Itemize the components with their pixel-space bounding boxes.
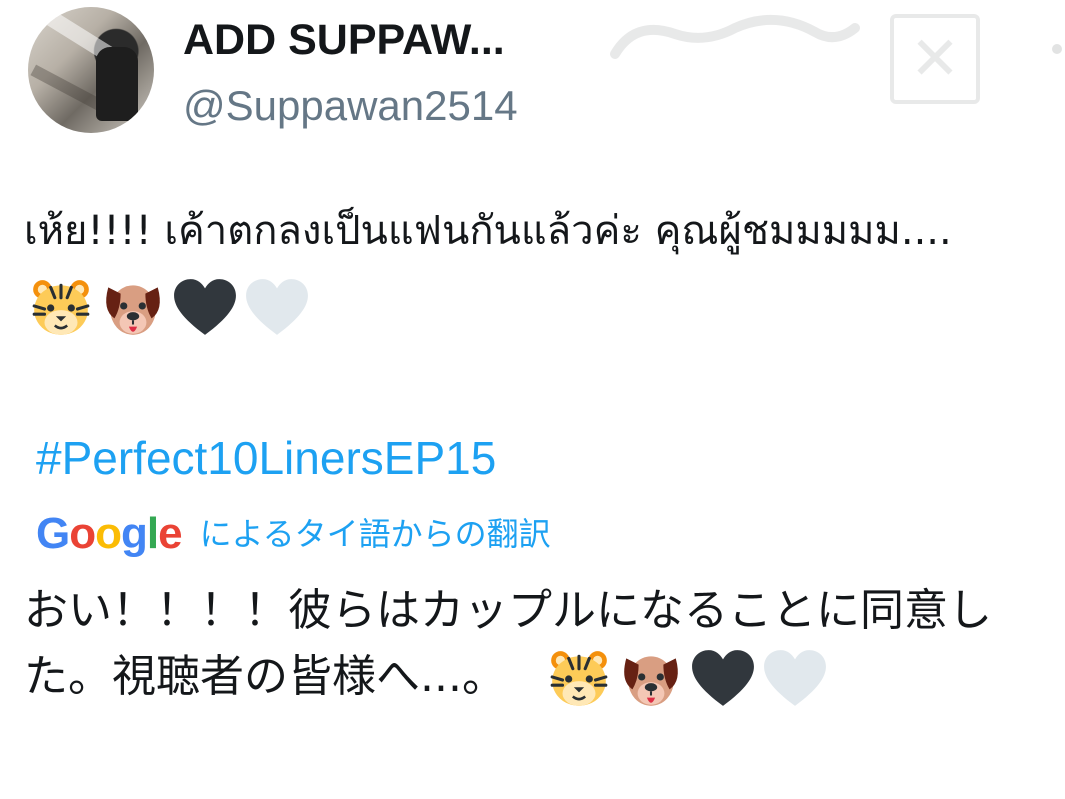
avatar-figure: [96, 47, 138, 121]
white-heart-icon: [244, 275, 310, 341]
translated-emoji-row: [546, 646, 828, 712]
user-handle[interactable]: @Suppawan2514: [183, 80, 518, 132]
translated-body: おい！！！！彼らはカップルになることに同意した。視聴者の皆様へ...。: [24, 585, 992, 702]
tweet-emoji-row: [28, 275, 310, 341]
translated-text: おい！！！！彼らはカップルになることに同意した。視聴者の皆様へ...。: [24, 578, 1054, 712]
black-heart-icon: [690, 646, 756, 712]
dog-face-icon: [618, 646, 684, 712]
tiger-face-icon: [546, 646, 612, 712]
tweet-text: เห้ย!!!! เค้าตกลงเป็นแฟนกันแล้วค่ะ คุณผู…: [24, 194, 1054, 344]
faded-dot: [1052, 44, 1062, 54]
dog-face-icon: [100, 275, 166, 341]
faded-background-icon: [610, 15, 860, 59]
translation-attribution[interactable]: Google によるタイ語からの翻訳: [36, 508, 551, 560]
black-heart-icon: [172, 275, 238, 341]
tiger-face-icon: [28, 275, 94, 341]
avatar[interactable]: [28, 7, 154, 133]
white-heart-icon: [762, 646, 828, 712]
hashtag-link[interactable]: #Perfect10LinersEP15: [36, 428, 496, 488]
translation-label: によるタイ語からの翻訳: [199, 515, 551, 553]
google-logo: Google: [36, 509, 183, 558]
tweet-body: เห้ย!!!! เค้าตกลงเป็นแฟนกันแล้วค่ะ คุณผู…: [24, 208, 952, 254]
faded-close-icon: ✕: [890, 14, 980, 104]
display-name[interactable]: ADD SUPPAW...: [183, 14, 505, 66]
